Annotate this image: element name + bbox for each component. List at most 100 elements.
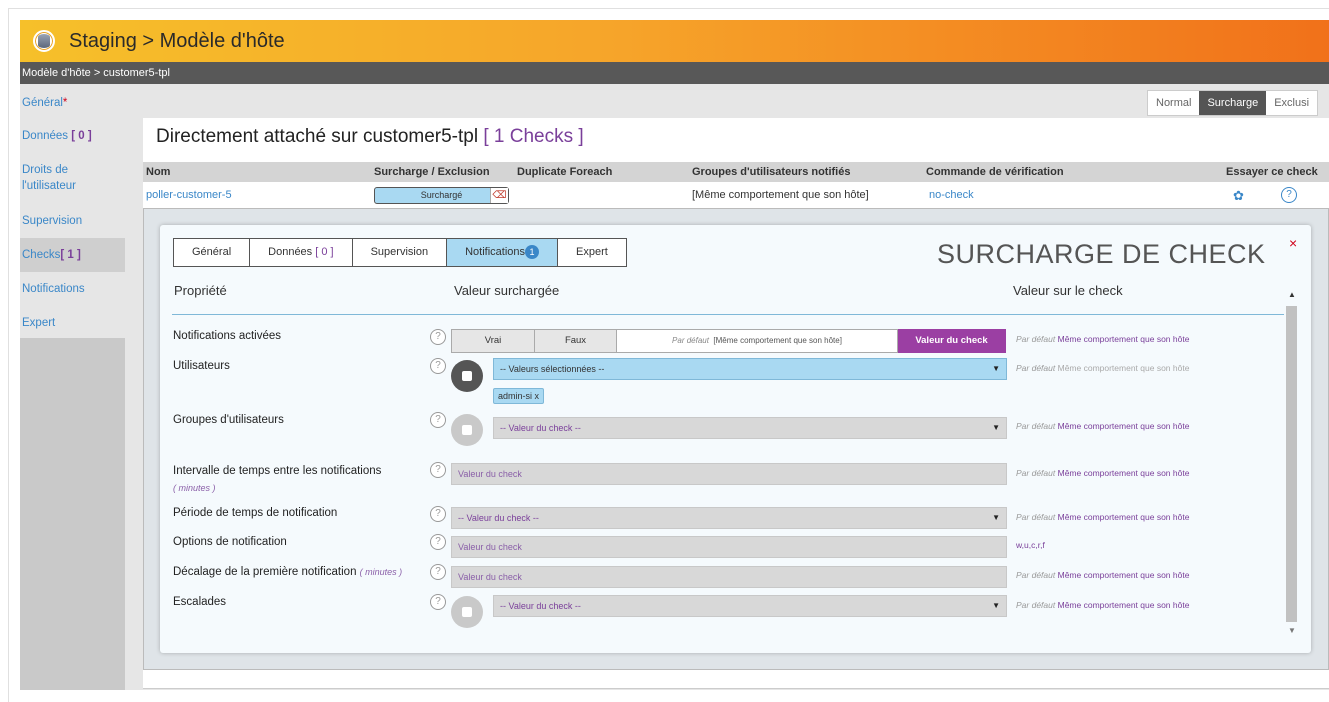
default-prefix: Par défaut <box>1016 512 1056 522</box>
check-value-interval: Par défaut Même comportement que son hôt… <box>1016 468 1189 478</box>
help-icon[interactable]: ? <box>430 506 446 522</box>
check-value-text: Même comportement que son hôte <box>1057 512 1190 522</box>
sidebar-item-expert[interactable]: Expert <box>20 315 125 331</box>
check-value-options: w,u,c,r,f <box>1016 540 1045 550</box>
sidebar-item-label: Données <box>22 130 69 142</box>
interval-input[interactable]: Valeur du check <box>451 463 1007 485</box>
notification-period-select[interactable]: -- Valeur du check -- ▼ <box>451 507 1007 529</box>
check-value-text: Même comportement que son hôte <box>1057 421 1190 431</box>
user-tag-label: admin-si <box>498 391 533 401</box>
escalations-select-value: -- Valeur du check -- <box>500 601 581 611</box>
sidebar-item-data[interactable]: Données [ 0 ] <box>20 128 125 144</box>
option-false[interactable]: Faux <box>535 329 617 353</box>
view-mode-toggle: Normal Surcharge Exclusi <box>1147 90 1319 116</box>
label-first-notification-delay: Décalage de la première notification ( m… <box>173 566 402 578</box>
check-value-period: Par défaut Même comportement que son hôt… <box>1016 512 1189 522</box>
check-value-text: Même comportement que son hôte <box>1057 363 1190 373</box>
toggle-surcharge[interactable]: Surcharge <box>1199 91 1267 115</box>
chevron-down-icon: ▼ <box>992 513 1000 522</box>
scroll-down-icon[interactable]: ▼ <box>1288 626 1296 635</box>
sidebar-item-supervision[interactable]: Supervision <box>20 213 125 229</box>
option-check-value[interactable]: Valeur du check <box>898 329 1006 353</box>
label-text: Décalage de la première notification <box>173 566 357 578</box>
tab-label: Notifications <box>465 246 525 258</box>
table-row: poller-customer-5 Surchargé ⌫ [Même compo… <box>143 184 1329 206</box>
override-toggle-users[interactable] <box>451 360 483 392</box>
sidebar-item-notifications[interactable]: Notifications <box>20 281 125 297</box>
check-value-notifications-enabled: Par défaut Même comportement que son hôt… <box>1016 334 1189 344</box>
panel-bottom-border <box>143 688 1329 689</box>
col-name: Nom <box>146 166 171 178</box>
users-select[interactable]: -- Valeurs sélectionnées -- ▼ <box>493 358 1007 380</box>
tab-expert[interactable]: Expert <box>558 238 627 267</box>
help-icon[interactable]: ? <box>430 564 446 580</box>
checks-table-header: Nom Surcharge / Exclusion Duplicate Fore… <box>143 162 1329 182</box>
sidebar: Général* Données [ 0 ] Droits de l'utilis… <box>20 84 125 690</box>
tab-general[interactable]: Général <box>173 238 251 267</box>
col-try-check: Essayer ce check <box>1226 166 1318 178</box>
check-command-link[interactable]: no-check <box>929 189 974 201</box>
help-icon[interactable]: ? <box>1281 187 1297 203</box>
database-icon <box>33 30 55 52</box>
first-delay-unit: ( minutes ) <box>359 567 403 577</box>
toggle-exclusion[interactable]: Exclusi <box>1266 91 1317 115</box>
tab-count: [ 0 ] <box>315 246 334 258</box>
close-icon[interactable]: × <box>1289 235 1297 251</box>
default-prefix: Par défaut <box>1016 334 1056 344</box>
gear-icon[interactable]: ✿ <box>1233 188 1244 204</box>
scrollbar-thumb[interactable] <box>1286 306 1297 622</box>
interval-unit: ( minutes ) <box>173 483 216 493</box>
check-value-text: Même comportement que son hôte <box>1057 468 1190 478</box>
sidebar-item-general[interactable]: Général* <box>20 95 125 111</box>
help-icon[interactable]: ? <box>430 462 446 478</box>
chevron-down-icon: ▼ <box>992 601 1000 610</box>
toggle-normal[interactable]: Normal <box>1148 91 1199 115</box>
default-value: [Même comportement que son hôte] <box>713 336 842 345</box>
override-label: Surchargé <box>420 190 463 200</box>
col-override: Surcharge / Exclusion <box>374 166 490 178</box>
check-value-user-groups: Par défaut Même comportement que son hôt… <box>1016 421 1189 431</box>
scroll-up-icon[interactable]: ▲ <box>1288 290 1296 299</box>
notification-options-input[interactable]: Valeur du check <box>451 536 1007 558</box>
tab-notifications[interactable]: Notifications 1 <box>447 238 558 267</box>
tab-label: Général <box>192 246 232 258</box>
help-icon[interactable]: ? <box>430 329 446 345</box>
sidebar-item-user-rights[interactable]: Droits de l'utilisateur <box>20 162 125 194</box>
label-notification-period: Période de temps de notification <box>173 507 338 519</box>
default-prefix: Par défaut <box>1016 600 1056 610</box>
col-notified-groups: Groupes d'utilisateurs notifiés <box>692 166 851 178</box>
help-icon[interactable]: ? <box>430 534 446 550</box>
eraser-icon[interactable]: ⌫ <box>490 188 508 203</box>
check-name-link[interactable]: poller-customer-5 <box>146 189 232 201</box>
panel-heading-text: Directement attaché sur customer5-tpl <box>156 126 479 147</box>
user-groups-select[interactable]: -- Valeur du check -- ▼ <box>493 417 1007 439</box>
sidebar-item-label: Expert <box>22 317 56 329</box>
default-prefix: Par défaut <box>1016 363 1056 373</box>
tab-data[interactable]: Données [ 0 ] <box>250 238 353 267</box>
chevron-down-icon: ▼ <box>992 364 1000 373</box>
option-true[interactable]: Vrai <box>451 329 535 353</box>
override-button[interactable]: Surchargé ⌫ <box>374 187 509 204</box>
help-icon[interactable]: ? <box>430 594 446 610</box>
modal-tabs: Général Données [ 0 ] Supervision Notifi… <box>173 238 627 267</box>
escalations-select[interactable]: -- Valeur du check -- ▼ <box>493 595 1007 617</box>
override-toggle-escalations[interactable] <box>451 596 483 628</box>
sidebar-item-checks[interactable]: Checks[ 1 ] <box>20 238 125 272</box>
tab-supervision[interactable]: Supervision <box>352 238 448 267</box>
notification-period-value: -- Valeur du check -- <box>458 513 539 523</box>
col-header-override: Valeur surchargée <box>454 283 560 298</box>
check-value-escalations: Par défaut Même comportement que son hôt… <box>1016 600 1189 610</box>
option-default[interactable]: Par défaut [Même comportement que son hô… <box>617 329 898 353</box>
label-user-groups: Groupes d'utilisateurs <box>173 414 284 426</box>
breadcrumb: Modèle d'hôte > customer5-tpl <box>20 62 1329 84</box>
help-icon[interactable]: ? <box>430 358 446 374</box>
help-icon[interactable]: ? <box>430 412 446 428</box>
notified-groups-value: [Même comportement que son hôte] <box>692 189 869 201</box>
col-header-property: Propriété <box>174 283 227 298</box>
tag-remove-icon[interactable]: x <box>535 391 540 401</box>
first-delay-input[interactable]: Valeur du check <box>451 566 1007 588</box>
modal-scrollbar[interactable]: ▲ ▼ <box>1286 286 1297 636</box>
sidebar-item-label: Supervision <box>22 215 83 227</box>
override-toggle-user-groups[interactable] <box>451 414 483 446</box>
sidebar-item-count: [ 1 ] <box>60 249 81 261</box>
